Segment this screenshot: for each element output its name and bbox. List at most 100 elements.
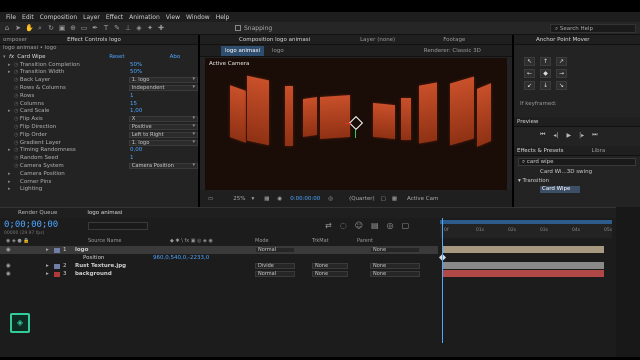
composition-viewer[interactable]: Active Camera: [205, 58, 507, 190]
label-color-chip[interactable]: [54, 263, 60, 269]
layer-tab[interactable]: Layer (none): [360, 35, 395, 44]
effect-property-value[interactable]: 1: [130, 93, 134, 99]
effects-search-input[interactable]: ⌕ card wipe: [518, 158, 636, 166]
effects-presets-tab[interactable]: Effects & Presets: [517, 146, 564, 155]
work-area-bar[interactable]: [440, 220, 612, 224]
clone-tool-icon[interactable]: ⊥: [124, 24, 132, 32]
region-of-interest-icon[interactable]: ▢: [381, 196, 386, 202]
effect-property-dropdown[interactable]: 1. logo: [128, 139, 198, 146]
parent-header[interactable]: Parent: [357, 238, 373, 244]
label-color-chip[interactable]: [54, 256, 60, 261]
fx-icon[interactable]: fx: [9, 54, 14, 60]
expand-arrow-icon[interactable]: ▸: [46, 263, 54, 269]
graph-editor-icon[interactable]: ▢: [402, 221, 410, 230]
search-help-input[interactable]: ⌕ Search Help: [550, 24, 636, 33]
libraries-tab[interactable]: Libra: [592, 146, 606, 155]
footage-tab[interactable]: Footage: [443, 35, 465, 44]
render-queue-tab[interactable]: Render Queue: [18, 210, 57, 216]
anchor-left-button[interactable]: ←: [524, 69, 535, 78]
anchor-bottom-button[interactable]: ↓: [540, 81, 551, 90]
effect-property-value[interactable]: 1,00: [130, 108, 142, 114]
y-axis-gizmo[interactable]: [355, 130, 356, 138]
region-icon[interactable]: ▭: [208, 196, 213, 202]
comp-subtab-logo-animasi[interactable]: logo animasi: [221, 45, 265, 56]
effect-property-dropdown[interactable]: Left to Right: [128, 131, 198, 138]
type-tool-icon[interactable]: T: [102, 24, 110, 32]
menu-animation[interactable]: Animation: [129, 14, 160, 21]
menu-effect[interactable]: Effect: [106, 14, 123, 21]
label-color-chip[interactable]: [54, 271, 60, 277]
anchor-bottom-right-button[interactable]: ↘: [556, 81, 567, 90]
prev-frame-icon[interactable]: ◂|: [553, 132, 558, 139]
playhead[interactable]: [442, 218, 443, 343]
preset-item[interactable]: Card Wi...3D swing: [540, 169, 592, 175]
menu-composition[interactable]: Composition: [40, 14, 77, 21]
effect-property-value[interactable]: 50%: [130, 62, 142, 68]
effect-result-card-wipe[interactable]: Card Wipe: [540, 186, 580, 193]
anchor-center-button[interactable]: ◆: [540, 69, 551, 78]
hand-tool-icon[interactable]: ✋: [25, 24, 34, 32]
menu-file[interactable]: File: [6, 14, 16, 21]
parent-dropdown[interactable]: None: [370, 247, 420, 253]
camera-view-dropdown[interactable]: Active Cam: [407, 196, 438, 202]
zoom-tool-icon[interactable]: ⌕: [36, 24, 44, 32]
expand-arrow-icon[interactable]: ▸: [8, 171, 14, 177]
anchor-top-left-button[interactable]: ↖: [524, 57, 535, 66]
play-icon[interactable]: ▶: [566, 132, 571, 139]
zoom-dropdown[interactable]: 25%: [233, 196, 245, 202]
layer-name[interactable]: logo: [75, 247, 145, 253]
timeline-comp-tab[interactable]: logo animasi: [87, 210, 122, 216]
eye-icon[interactable]: ◉: [6, 271, 46, 277]
snapping-checkbox[interactable]: [235, 25, 241, 31]
effect-property-dropdown[interactable]: Independent: [128, 85, 198, 92]
current-time[interactable]: 0:00:00:00: [290, 196, 320, 202]
last-frame-icon[interactable]: ⏭: [592, 131, 597, 139]
pan-behind-icon[interactable]: ⊕: [69, 24, 77, 32]
effect-property-dropdown[interactable]: 1. logo: [128, 77, 198, 84]
about-button[interactable]: Abo: [170, 54, 181, 60]
anchor-top-right-button[interactable]: ↗: [556, 57, 567, 66]
layer-name[interactable]: background: [75, 271, 145, 277]
puppet-tool-icon[interactable]: ✚: [157, 24, 165, 32]
grid-icon[interactable]: ▦: [264, 196, 269, 202]
effect-property-value[interactable]: 15: [130, 101, 137, 107]
effect-property-dropdown[interactable]: X: [128, 116, 198, 123]
mask-tool-icon[interactable]: ▭: [80, 24, 88, 32]
shy-icon[interactable]: ☺: [355, 221, 363, 230]
menu-help[interactable]: Help: [216, 14, 230, 21]
timeline-search-input[interactable]: [88, 222, 148, 230]
roto-tool-icon[interactable]: ✦: [146, 24, 154, 32]
menu-view[interactable]: View: [166, 14, 180, 21]
anchor-top-button[interactable]: ↑: [540, 57, 551, 66]
track-matte-dropdown[interactable]: None: [312, 271, 348, 277]
reset-button[interactable]: Reset: [109, 54, 124, 60]
home-icon[interactable]: ⌂: [3, 24, 11, 32]
menu-window[interactable]: Window: [186, 14, 210, 21]
effect-property-dropdown[interactable]: Camera Position: [128, 163, 198, 170]
mode-header[interactable]: Mode: [255, 238, 269, 244]
parent-dropdown[interactable]: None: [370, 271, 420, 277]
anchor-point-icon[interactable]: [348, 115, 364, 131]
transparency-grid-icon[interactable]: ▦: [392, 196, 397, 202]
renderer-label[interactable]: Renderer: Classic 3D: [424, 46, 481, 56]
expand-arrow-icon[interactable]: ▸: [8, 179, 14, 185]
eraser-tool-icon[interactable]: ◈: [135, 24, 143, 32]
blend-mode-dropdown[interactable]: Normal: [255, 247, 295, 253]
eye-icon[interactable]: ◉: [6, 247, 46, 253]
anchor-right-button[interactable]: →: [556, 69, 567, 78]
position-property-row[interactable]: Position 960,0,540,0,-2233,0: [0, 254, 438, 262]
effect-property-value[interactable]: 1: [130, 155, 134, 161]
anchor-bottom-left-button[interactable]: ↙: [524, 81, 535, 90]
selection-tool-icon[interactable]: ➤: [14, 24, 22, 32]
track-matte-dropdown[interactable]: None: [312, 263, 348, 269]
expand-arrow-icon[interactable]: ▸: [46, 271, 54, 277]
layer-name[interactable]: Rust Texture.jpg: [75, 263, 145, 269]
label-color-chip[interactable]: [54, 247, 60, 253]
effect-controls-tab[interactable]: Effect Controls logo: [67, 35, 121, 44]
effect-property-value[interactable]: 0,00: [130, 147, 142, 153]
layer-duration-bar[interactable]: [442, 246, 604, 253]
position-value[interactable]: 960,0,540,0,-2233,0: [153, 255, 209, 261]
frame-blend-icon[interactable]: ▤: [371, 221, 379, 230]
app-taskbar-icon[interactable]: ◈: [10, 313, 30, 333]
layer-duration-bar[interactable]: [442, 270, 604, 277]
